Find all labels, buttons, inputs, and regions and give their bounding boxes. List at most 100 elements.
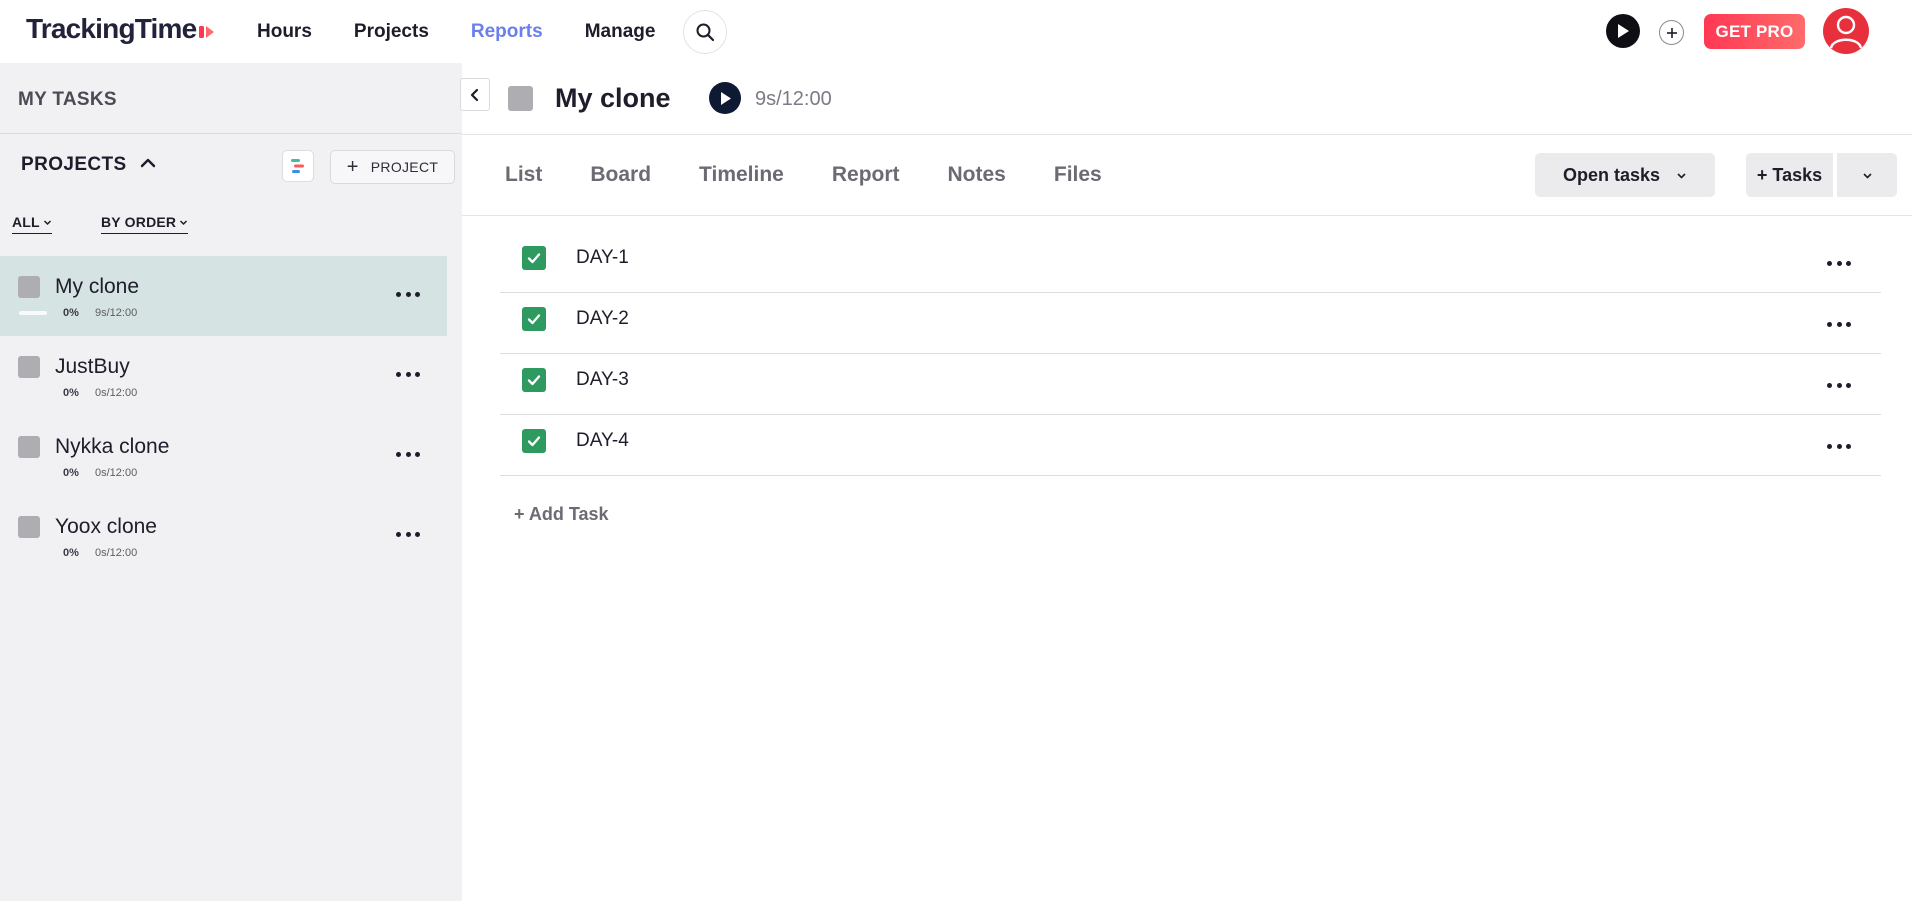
tab-board[interactable]: Board <box>590 163 651 187</box>
logo-text: TrackingTime <box>26 13 197 44</box>
project-time-tracked: 9s/12:00 <box>755 88 832 110</box>
task-checkbox[interactable] <box>522 246 546 270</box>
project-color-swatch[interactable] <box>508 86 533 111</box>
gantt-view-button[interactable] <box>282 150 314 182</box>
task-more-button[interactable] <box>1827 442 1851 450</box>
task-more-button[interactable] <box>1827 320 1851 328</box>
task-more-button[interactable] <box>1827 259 1851 267</box>
filter-all-dropdown[interactable]: ALL <box>12 214 52 234</box>
project-item-yoox-clone[interactable]: Yoox clone 0% 0s/12:00 <box>0 496 447 576</box>
chevron-down-icon <box>43 219 51 225</box>
project-progress: 0% <box>63 387 79 399</box>
project-time: 0s/12:00 <box>95 547 138 559</box>
logo-mark-icon <box>199 26 215 38</box>
task-row[interactable]: DAY-2 <box>500 293 1881 354</box>
chevron-down-icon <box>1677 172 1686 179</box>
collapse-projects-button[interactable] <box>140 155 156 176</box>
project-more-button[interactable] <box>396 450 420 458</box>
tab-list[interactable]: List <box>505 163 542 187</box>
task-name[interactable]: DAY-3 <box>576 369 629 391</box>
project-time: 0s/12:00 <box>95 387 138 399</box>
project-name: Yoox clone <box>55 515 157 538</box>
search-button[interactable] <box>683 10 727 54</box>
project-time: 9s/12:00 <box>95 307 138 319</box>
plus-icon: + <box>346 156 359 178</box>
project-name: My clone <box>55 275 140 298</box>
top-navigation-bar: TrackingTime Hours Projects Reports Mana… <box>0 0 1912 63</box>
tab-report[interactable]: Report <box>832 163 900 187</box>
filter-order-dropdown[interactable]: BY ORDER <box>101 214 189 234</box>
filter-order-label: BY ORDER <box>101 214 177 230</box>
project-timer-play-button[interactable] <box>709 82 741 114</box>
task-more-button[interactable] <box>1827 381 1851 389</box>
nav-item-reports[interactable]: Reports <box>471 19 543 45</box>
project-item-my-clone[interactable]: My clone 0% 9s/12:00 <box>0 256 447 336</box>
project-color-swatch <box>18 516 40 538</box>
quick-add-button[interactable] <box>1659 20 1684 45</box>
tabs-divider <box>462 215 1912 216</box>
check-icon <box>527 436 541 447</box>
task-name[interactable]: DAY-1 <box>576 247 629 269</box>
project-item-justbuy[interactable]: JustBuy 0% 0s/12:00 <box>0 336 447 416</box>
play-icon <box>720 91 731 105</box>
nav-item-hours[interactable]: Hours <box>257 19 312 45</box>
open-tasks-dropdown[interactable]: Open tasks <box>1535 153 1715 197</box>
my-tasks-link[interactable]: MY TASKS <box>18 89 117 111</box>
nav-item-projects[interactable]: Projects <box>354 19 429 45</box>
task-checkbox[interactable] <box>522 429 546 453</box>
tab-notes[interactable]: Notes <box>948 163 1006 187</box>
play-icon <box>1618 24 1629 38</box>
search-icon <box>696 23 715 42</box>
task-row[interactable]: DAY-1 <box>500 232 1881 293</box>
task-name[interactable]: DAY-2 <box>576 308 629 330</box>
project-item-nykka-clone[interactable]: Nykka clone 0% 0s/12:00 <box>0 416 447 496</box>
project-more-button[interactable] <box>396 290 420 298</box>
project-progress: 0% <box>63 467 79 479</box>
tab-files[interactable]: Files <box>1054 163 1102 187</box>
project-more-button[interactable] <box>396 530 420 538</box>
header-divider <box>462 134 1912 135</box>
projects-heading: PROJECTS <box>21 154 127 175</box>
user-avatar-icon <box>1829 15 1863 49</box>
task-row[interactable]: DAY-3 <box>500 354 1881 415</box>
avatar[interactable] <box>1823 8 1869 54</box>
chevron-up-icon <box>140 158 156 168</box>
open-tasks-label: Open tasks <box>1562 164 1661 185</box>
plus-icon <box>1666 27 1677 38</box>
project-color-swatch <box>18 356 40 378</box>
check-icon <box>527 253 541 264</box>
nav-item-manage[interactable]: Manage <box>585 19 656 45</box>
project-name: JustBuy <box>55 355 130 378</box>
add-project-label: PROJECT <box>370 159 439 175</box>
project-progress: 0% <box>63 307 79 319</box>
filter-all-label: ALL <box>12 214 40 230</box>
main-nav: Hours Projects Reports Manage <box>257 19 697 45</box>
logo[interactable]: TrackingTime <box>26 12 215 46</box>
task-checkbox[interactable] <box>522 368 546 392</box>
check-icon <box>527 314 541 325</box>
project-more-button[interactable] <box>396 370 420 378</box>
project-time: 0s/12:00 <box>95 467 138 479</box>
check-icon <box>527 375 541 386</box>
start-timer-button[interactable] <box>1606 14 1640 48</box>
add-tasks-options-button[interactable] <box>1837 153 1897 197</box>
project-color-swatch <box>18 276 40 298</box>
sidebar: MY TASKS PROJECTS + PROJECT ALL BY ORDER… <box>0 63 462 901</box>
collapse-sidebar-button[interactable] <box>460 78 490 111</box>
add-project-button[interactable]: + PROJECT <box>330 150 455 184</box>
add-tasks-button[interactable]: + Tasks <box>1746 153 1833 197</box>
project-progress: 0% <box>63 547 79 559</box>
project-name: Nykka clone <box>55 435 170 458</box>
add-task-button[interactable]: + Add Task <box>514 504 609 525</box>
page-title[interactable]: My clone <box>555 83 671 114</box>
chevron-down-icon <box>180 219 188 225</box>
tab-timeline[interactable]: Timeline <box>699 163 784 187</box>
task-row[interactable]: DAY-4 <box>500 415 1881 476</box>
sidebar-divider <box>0 133 462 134</box>
chevron-down-icon <box>1862 172 1872 179</box>
task-checkbox[interactable] <box>522 307 546 331</box>
get-pro-button[interactable]: GET PRO <box>1704 14 1805 49</box>
task-name[interactable]: DAY-4 <box>576 430 629 452</box>
view-tabs: List Board Timeline Report Notes Files <box>505 163 1150 187</box>
project-progress-bar <box>19 311 47 315</box>
